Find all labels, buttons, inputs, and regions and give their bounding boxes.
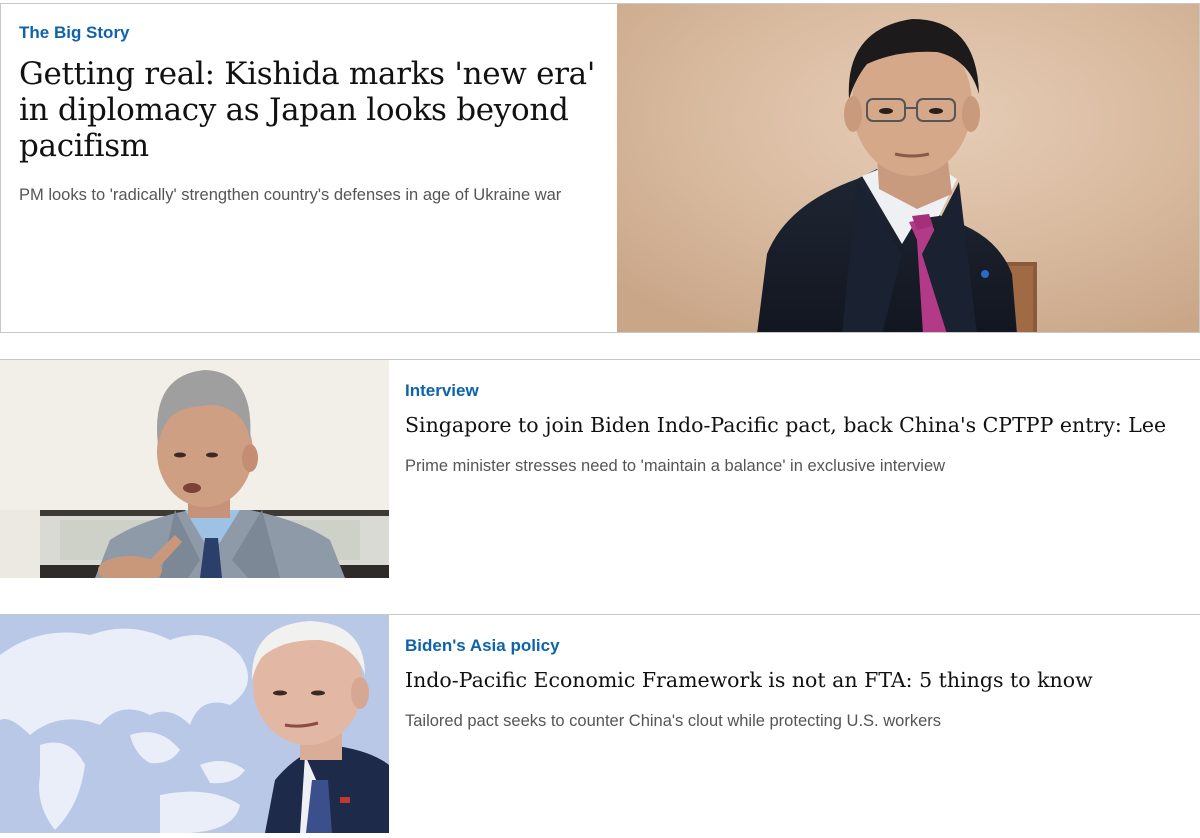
story-text: Interview Singapore to join Biden Indo-P… bbox=[405, 380, 1185, 477]
story-headline[interactable]: Indo-Pacific Economic Framework is not a… bbox=[405, 666, 1185, 694]
story-headline[interactable]: Singapore to join Biden Indo-Pacific pac… bbox=[405, 411, 1185, 439]
big-story-kicker[interactable]: The Big Story bbox=[19, 22, 599, 44]
story-kicker[interactable]: Interview bbox=[405, 380, 1185, 402]
big-story-text: The Big Story Getting real: Kishida mark… bbox=[19, 22, 599, 207]
story-text: Biden's Asia policy Indo-Pacific Economi… bbox=[405, 635, 1185, 732]
big-story-photo[interactable] bbox=[617, 4, 1199, 332]
story-photo[interactable] bbox=[0, 615, 389, 833]
story-standfirst: Tailored pact seeks to counter China's c… bbox=[405, 712, 941, 730]
story-standfirst: Prime minister stresses need to 'maintai… bbox=[405, 457, 946, 475]
story-card-biden-asia-policy[interactable]: Biden's Asia policy Indo-Pacific Economi… bbox=[0, 615, 1200, 833]
portrait-photo-icon bbox=[0, 360, 389, 578]
big-story-headline[interactable]: Getting real: Kishida marks 'new era' in… bbox=[19, 56, 599, 164]
portrait-photo-icon bbox=[617, 4, 1199, 332]
big-story-card[interactable]: The Big Story Getting real: Kishida mark… bbox=[0, 3, 1200, 333]
big-story-standfirst: PM looks to 'radically' strengthen count… bbox=[19, 186, 562, 204]
story-kicker[interactable]: Biden's Asia policy bbox=[405, 635, 1185, 657]
story-card-interview[interactable]: Interview Singapore to join Biden Indo-P… bbox=[0, 360, 1200, 578]
map-portrait-photo-icon bbox=[0, 615, 389, 833]
story-photo[interactable] bbox=[0, 360, 389, 578]
